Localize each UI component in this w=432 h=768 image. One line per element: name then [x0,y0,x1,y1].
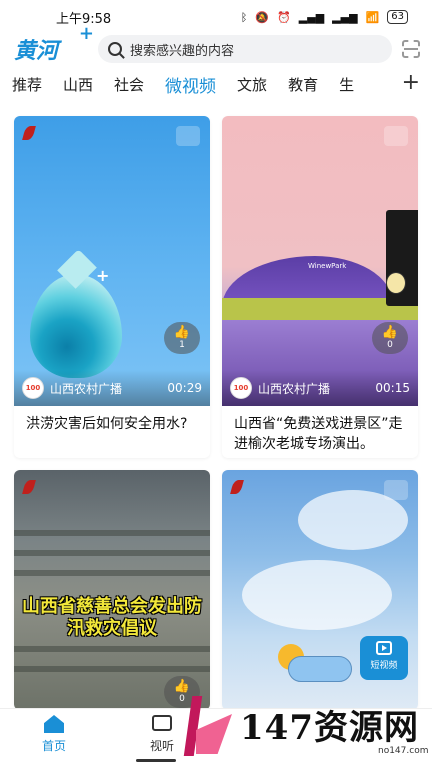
like-button[interactable]: 👍 1 [164,322,200,354]
like-count: 1 [179,340,185,350]
app-badge-icon [384,480,408,500]
plus-icon: + [96,266,110,285]
signal-icon: ▂▄▆ [332,10,358,24]
mute-icon: 🔕 [255,10,270,24]
thumbnail-footer: 100 山西农村广播 00:29 [14,370,210,406]
video-card[interactable]: WinewPark 👍 0 100 山西农村广播 00:15 山西省“免费送戏进… [222,116,418,458]
channel-name: 山西农村广播 [50,381,123,396]
video-play-icon [376,641,392,655]
tab-society[interactable]: 社会 [114,74,144,95]
cloud-icon [288,656,352,682]
channel-name: 山西农村广播 [258,381,331,396]
short-video-label: 短视频 [370,661,398,671]
tab-recommend[interactable]: 推荐 [12,74,42,95]
like-count: 0 [387,340,393,350]
watermark-logo-icon [182,696,232,758]
search-icon [108,42,122,56]
thumbs-up-icon: 👍 [173,325,191,340]
video-card[interactable]: 山西省慈善总会发出防汛救灾倡议 👍 0 [14,470,210,710]
search-placeholder: 搜索感兴趣的内容 [130,43,235,59]
video-card[interactable]: 短视频 [222,470,418,710]
video-thumbnail[interactable]: 山西省慈善总会发出防汛救灾倡议 👍 0 [14,470,210,710]
alarm-icon: ⏰ [277,10,291,24]
mascot-icon [386,272,406,294]
home-icon [44,715,64,733]
video-duration: 00:29 [167,381,202,395]
app-badge-icon [384,126,408,146]
tab-education[interactable]: 教育 [288,74,318,95]
tab-micro-video[interactable]: 微视频 [165,72,216,97]
like-button[interactable]: 👍 0 [372,322,408,354]
battery-indicator: 63 [387,10,408,24]
overlay-title: 山西省慈善总会发出防汛救灾倡议 [22,596,202,639]
thumbnail-footer: 100 山西农村广播 00:15 [222,370,418,406]
app-badge-icon [176,126,200,146]
app-header: 黄河 + 搜索感兴趣的内容 [0,23,432,64]
thumbs-up-icon: 👍 [381,325,399,340]
category-tabs: 推荐 山西 社会 微视频 文旅 教育 生 + [0,66,432,102]
bluetooth-icon: ᛒ [240,10,248,24]
nav-home[interactable]: 首页 [24,715,84,754]
video-title[interactable]: 山西省“免费送戏进景区”走进榆次老城专场演出。 [222,406,418,458]
thumbnail-background [14,470,210,710]
tab-culture-tourism[interactable]: 文旅 [237,74,267,95]
tv-icon [152,715,172,731]
video-thumbnail[interactable]: 短视频 [222,470,418,710]
add-tab-icon[interactable]: + [395,70,420,95]
park-sign: WinewPark [308,262,347,270]
video-title[interactable]: 洪涝灾害后如何安全用水? [14,406,210,458]
video-duration: 00:15 [375,381,410,395]
search-bar[interactable]: 搜索感兴趣的内容 [98,35,392,63]
station-logo-icon [232,480,260,500]
station-logo-icon [24,126,52,146]
wifi-icon: 📶 [365,10,380,24]
scan-icon[interactable] [402,40,420,58]
video-thumbnail[interactable]: + 👍 1 100 山西农村广播 00:29 [14,116,210,406]
app-logo: 黄河 + [14,23,94,64]
station-logo-icon [24,480,52,500]
status-icons: ᛒ 🔕 ⏰ ▂▄▆ ▂▄▆ 📶 63 [241,10,408,24]
video-card[interactable]: + 👍 1 100 山西农村广播 00:29 洪涝灾害后如何安全用水? [14,116,210,458]
weather-illustration [278,644,352,682]
video-thumbnail[interactable]: WinewPark 👍 0 100 山西农村广播 00:15 [222,116,418,406]
signal-icon: ▂▄▆ [298,10,325,24]
channel-avatar: 100 [22,377,44,399]
watermark-url: no147.com [378,746,429,756]
home-indicator [136,759,176,762]
status-bar: 上午9:58 ᛒ 🔕 ⏰ ▂▄▆ ▂▄▆ 📶 63 [0,0,432,34]
tab-shanxi[interactable]: 山西 [63,74,93,95]
channel-avatar: 100 [230,377,252,399]
watermark-text: 147资源网 [240,708,419,748]
tab-life[interactable]: 生 [339,74,354,95]
short-video-button[interactable]: 短视频 [360,636,408,680]
site-watermark: 147资源网 no147.com [182,688,432,768]
